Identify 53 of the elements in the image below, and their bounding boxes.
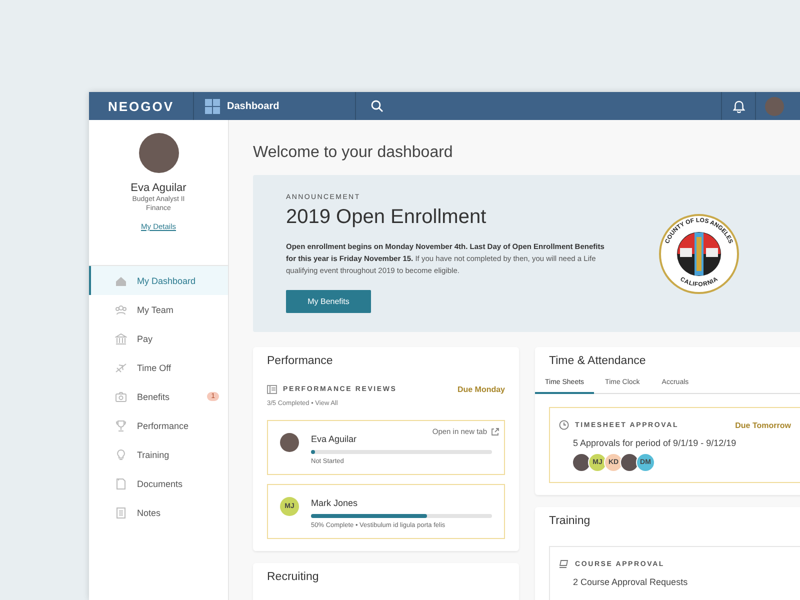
search-icon[interactable]	[371, 100, 383, 112]
lightbulb-icon	[115, 448, 127, 460]
avatar	[280, 433, 299, 452]
document-icon	[267, 385, 277, 394]
nav-label: Pay	[137, 334, 154, 344]
nav-item[interactable]: Time Off	[89, 353, 228, 382]
nav-item[interactable]: Training	[89, 440, 228, 469]
card-title: Recruiting	[267, 570, 320, 585]
card-title: Time & Attendance	[549, 354, 647, 369]
my-benefits-button[interactable]: My Benefits	[286, 290, 371, 313]
approvals-text: 5 Approvals for period of 9/1/19 - 9/12/19	[573, 438, 738, 448]
grid-icon[interactable]	[205, 98, 220, 114]
home-icon	[115, 274, 127, 286]
nav-item[interactable]: Notes	[89, 498, 228, 527]
nav-label: Documents	[137, 478, 184, 488]
notepad-icon	[115, 506, 127, 518]
nav-label: Performance	[137, 420, 190, 430]
app-title[interactable]: Dashboard	[227, 100, 280, 112]
airplane-icon	[115, 362, 127, 374]
profile-avatar	[138, 133, 178, 173]
external-link-icon[interactable]	[491, 428, 499, 436]
due-label: Due Tomorrow	[735, 420, 791, 430]
people-icon	[115, 304, 127, 316]
card-title: Performance	[267, 354, 334, 369]
nav-item[interactable]: Pay	[89, 324, 228, 353]
nav-label: My Dashboard	[137, 276, 197, 286]
card-title: Training	[549, 514, 592, 529]
course-requests-text: 2 Course Approval Requests	[573, 577, 689, 587]
avatar	[620, 453, 639, 472]
reviewee-name: Eva Aguilar	[311, 434, 358, 444]
nav-label: Time Off	[137, 362, 172, 372]
bell-icon[interactable]	[732, 100, 744, 112]
nav-item[interactable]: Documents	[89, 469, 228, 498]
trophy-icon	[115, 420, 127, 432]
clock-icon	[559, 420, 569, 430]
nav-label: Training	[137, 450, 170, 460]
due-label: Due Monday	[457, 385, 505, 394]
camera-icon	[115, 390, 127, 402]
document-icon	[115, 478, 127, 490]
reviewee-name: Mark Jones	[311, 498, 359, 508]
nav-item[interactable]: Performance	[89, 411, 228, 440]
laptop-icon	[559, 559, 569, 569]
page-title: Welcome to your dashboard	[253, 144, 454, 162]
avatar	[572, 453, 591, 472]
nav-label: Notes	[137, 508, 162, 518]
bank-icon	[115, 332, 127, 344]
nav-label: My Team	[137, 304, 174, 314]
logo[interactable]: NEOGOV	[108, 98, 174, 114]
announcement-title: 2019 Open Enrollment	[286, 206, 488, 229]
nav-item[interactable]: My Dashboard	[89, 266, 228, 295]
nav-item[interactable]: My Team	[89, 295, 228, 324]
profile-name: Eva Aguilar	[130, 182, 186, 194]
nav-label: Benefits	[137, 392, 171, 402]
